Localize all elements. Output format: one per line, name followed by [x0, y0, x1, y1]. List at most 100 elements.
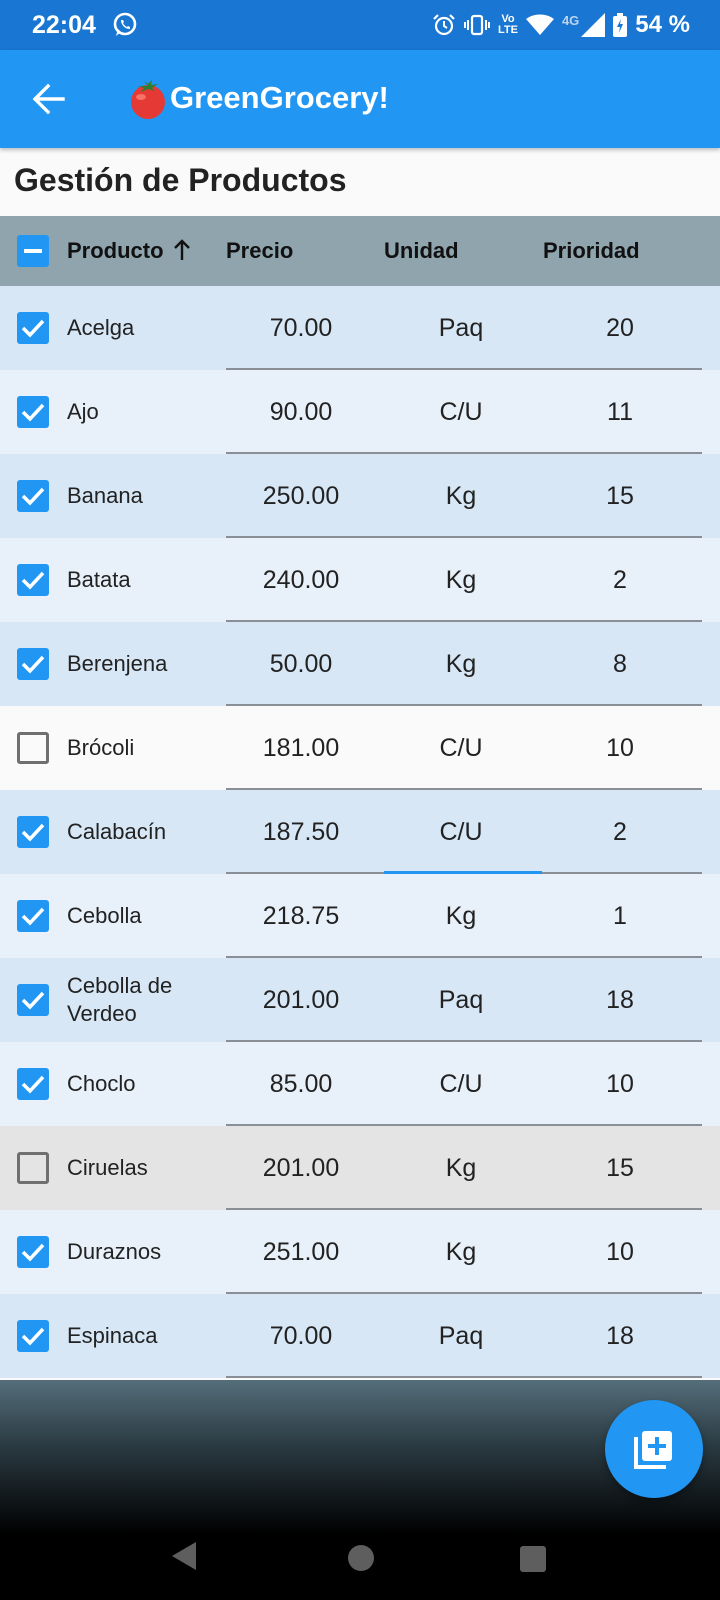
table-row[interactable]: Berenjena 50.00 Kg 8 — [0, 622, 720, 706]
row-checkbox[interactable] — [17, 1068, 49, 1100]
column-header-precio[interactable]: Precio — [226, 238, 293, 264]
row-checkbox[interactable] — [17, 564, 49, 596]
status-bar: 22:04 Vo LTE 4G 54 % — [0, 0, 720, 50]
row-unidad[interactable]: C/U — [384, 790, 538, 874]
row-precio[interactable]: 218.75 — [226, 874, 376, 958]
row-checkbox[interactable] — [17, 480, 49, 512]
nav-back-icon[interactable] — [172, 1542, 196, 1570]
row-checkbox[interactable] — [17, 1236, 49, 1268]
row-unidad[interactable]: C/U — [384, 370, 538, 454]
column-header-producto[interactable]: Producto — [67, 238, 164, 264]
row-checkbox[interactable] — [17, 900, 49, 932]
row-prioridad[interactable]: 2 — [543, 790, 697, 874]
row-producto: Ciruelas — [67, 1155, 148, 1180]
row-precio[interactable]: 201.00 — [226, 1126, 376, 1210]
table-row[interactable]: Ajo 90.00 C/U 11 — [0, 370, 720, 454]
row-producto: Ajo — [67, 399, 99, 424]
row-precio[interactable]: 85.00 — [226, 1042, 376, 1126]
check-icon — [21, 907, 45, 926]
select-all-checkbox[interactable] — [17, 235, 49, 267]
row-prioridad[interactable]: 11 — [543, 370, 697, 454]
row-precio[interactable]: 181.00 — [226, 706, 376, 790]
table-row[interactable]: Cebolla 218.75 Kg 1 — [0, 874, 720, 958]
row-unidad[interactable]: Paq — [384, 1294, 538, 1378]
row-precio[interactable]: 50.00 — [226, 622, 376, 706]
sort-ascending-icon[interactable] — [172, 238, 192, 262]
row-prioridad[interactable]: 10 — [543, 1042, 697, 1126]
row-precio[interactable]: 251.00 — [226, 1210, 376, 1294]
row-unidad[interactable]: C/U — [384, 706, 538, 790]
row-producto: Batata — [67, 567, 131, 592]
row-unidad[interactable]: Kg — [384, 538, 538, 622]
table-row[interactable]: Duraznos 251.00 Kg 10 — [0, 1210, 720, 1294]
row-unidad[interactable]: Kg — [384, 454, 538, 538]
row-checkbox[interactable] — [17, 648, 49, 680]
row-prioridad[interactable]: 18 — [543, 1294, 697, 1378]
row-prioridad[interactable]: 2 — [543, 538, 697, 622]
row-checkbox[interactable] — [17, 1320, 49, 1352]
row-prioridad[interactable]: 10 — [543, 706, 697, 790]
table-row[interactable]: Ciruelas 201.00 Kg 15 — [0, 1126, 720, 1210]
row-checkbox[interactable] — [17, 312, 49, 344]
table-row[interactable]: Calabacín 187.50 C/U 2 — [0, 790, 720, 874]
row-checkbox[interactable] — [17, 984, 49, 1016]
row-precio[interactable]: 187.50 — [226, 790, 376, 874]
check-icon — [21, 403, 45, 422]
row-unidad[interactable]: Kg — [384, 874, 538, 958]
row-prioridad[interactable]: 15 — [543, 454, 697, 538]
row-producto: Brócoli — [67, 735, 135, 760]
whatsapp-icon — [113, 12, 137, 36]
row-prioridad[interactable]: 1 — [543, 874, 697, 958]
row-unidad[interactable]: Paq — [384, 286, 538, 370]
table-row[interactable]: Espinaca 70.00 Paq 18 — [0, 1294, 720, 1378]
add-product-fab[interactable] — [605, 1400, 703, 1498]
row-checkbox[interactable] — [17, 732, 49, 764]
check-icon — [21, 571, 45, 590]
row-checkbox[interactable] — [17, 816, 49, 848]
row-producto: Berenjena — [67, 651, 168, 676]
row-prioridad[interactable]: 15 — [543, 1126, 697, 1210]
page-title: Gestión de Productos — [14, 162, 347, 198]
nav-recents-button[interactable] — [520, 1546, 546, 1572]
row-producto: Calabacín — [67, 819, 167, 844]
check-icon — [21, 1327, 45, 1346]
row-unidad[interactable]: Kg — [384, 622, 538, 706]
check-icon — [21, 823, 45, 842]
row-precio[interactable]: 70.00 — [226, 1294, 376, 1378]
row-precio[interactable]: 201.00 — [226, 958, 376, 1042]
row-prioridad[interactable]: 20 — [543, 286, 697, 370]
table-row[interactable]: Banana 250.00 Kg 15 — [0, 454, 720, 538]
row-prioridad[interactable]: 8 — [543, 622, 697, 706]
row-producto: Cebolla — [67, 903, 142, 928]
row-prioridad[interactable]: 18 — [543, 958, 697, 1042]
column-header-unidad[interactable]: Unidad — [384, 238, 459, 264]
status-icons: Vo LTE 4G 54 % — [432, 10, 690, 40]
back-arrow-icon[interactable] — [32, 82, 66, 116]
row-unidad[interactable]: Kg — [384, 1126, 538, 1210]
row-precio[interactable]: 70.00 — [226, 286, 376, 370]
battery-percent: 54 % — [635, 11, 690, 38]
row-unidad[interactable]: Kg — [384, 1210, 538, 1294]
table-row[interactable]: Brócoli 181.00 C/U 10 — [0, 706, 720, 790]
signal-icon — [581, 13, 606, 37]
table-row[interactable]: Acelga 70.00 Paq 20 — [0, 286, 720, 370]
table-row[interactable]: Choclo 85.00 C/U 10 — [0, 1042, 720, 1126]
nav-home-button[interactable] — [348, 1545, 374, 1571]
table-row[interactable]: Batata 240.00 Kg 2 — [0, 538, 720, 622]
row-unidad[interactable]: Paq — [384, 958, 538, 1042]
row-prioridad[interactable]: 10 — [543, 1210, 697, 1294]
vibrate-icon — [463, 14, 490, 36]
volte-indicator: Vo LTE — [498, 14, 518, 36]
table-body: Acelga 70.00 Paq 20 Ajo 90.00 C/U 11 Banana 250.0… — [0, 286, 720, 1378]
table-header: Producto Precio Unidad Prioridad — [0, 216, 720, 286]
check-icon — [21, 1243, 45, 1262]
column-header-prioridad[interactable]: Prioridad — [543, 238, 640, 264]
row-checkbox[interactable] — [17, 396, 49, 428]
row-checkbox[interactable] — [17, 1152, 49, 1184]
row-unidad[interactable]: C/U — [384, 1042, 538, 1126]
row-precio[interactable]: 240.00 — [226, 538, 376, 622]
row-precio[interactable]: 90.00 — [226, 370, 376, 454]
row-precio[interactable]: 250.00 — [226, 454, 376, 538]
check-icon — [21, 487, 45, 506]
table-row[interactable]: Cebolla de Verdeo 201.00 Paq 18 — [0, 958, 720, 1042]
